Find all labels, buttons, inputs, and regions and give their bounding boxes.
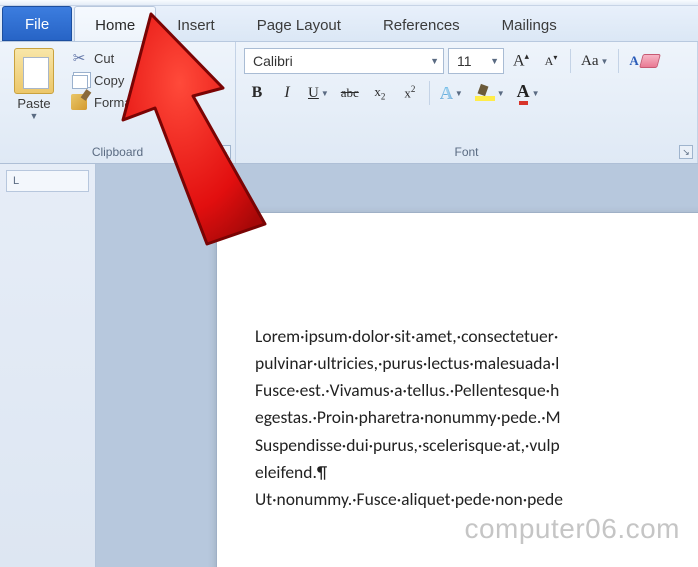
separator [618,49,619,73]
scissors-icon: ✂ [70,50,88,66]
superscript-button[interactable]: x2 [397,80,423,106]
font-name-combo[interactable]: Calibri ▼ [244,48,444,74]
copy-label: Copy [94,73,124,88]
tab-references[interactable]: References [362,6,481,41]
nav-stub[interactable]: L [6,170,89,192]
cut-button[interactable]: ✂ Cut [66,48,184,68]
italic-button[interactable]: I [274,80,300,106]
cut-label: Cut [94,51,114,66]
bold-button[interactable]: B [244,80,270,106]
navigation-pane: L [0,164,96,567]
font-dialog-launcher[interactable]: ↘ [679,145,693,159]
document-body[interactable]: Lorem·ipsum·dolor·sit·amet,·consectetuer… [255,323,698,513]
clear-formatting-button[interactable]: A [625,48,662,74]
paste-icon [14,48,54,94]
shrink-font-button[interactable]: A▾ [538,48,564,74]
format-painter-button[interactable]: Format Painter [66,92,184,112]
ribbon: Paste ▼ ✂ Cut Copy Format Painter Clipbo… [0,42,698,164]
group-label-clipboard: Clipboard [8,142,227,163]
page[interactable]: Lorem·ipsum·dolor·sit·amet,·consectetuer… [216,212,698,567]
tab-page-layout[interactable]: Page Layout [236,6,362,41]
group-font: Calibri ▼ 11 ▼ A▴ A▾ Aa▼ A B I U▼ [236,42,698,163]
font-color-button[interactable]: A▼ [513,80,544,106]
eraser-icon [639,54,661,68]
underline-button[interactable]: U▼ [304,80,333,106]
font-size-combo[interactable]: 11 ▼ [448,48,504,74]
file-tab[interactable]: File [2,6,72,41]
tab-home[interactable]: Home [74,6,156,41]
copy-icon [70,72,88,88]
paste-button[interactable]: Paste ▼ [8,46,60,142]
separator [570,49,571,73]
group-clipboard: Paste ▼ ✂ Cut Copy Format Painter Clipbo… [0,42,236,163]
subscript-button[interactable]: x2 [367,80,393,106]
font-name-value: Calibri [253,53,293,69]
chevron-down-icon: ▼ [30,111,39,121]
tab-insert[interactable]: Insert [156,6,236,41]
tab-mailings[interactable]: Mailings [481,6,578,41]
separator [429,81,430,105]
ribbon-tabs: File Home Insert Page Layout References … [0,6,698,42]
copy-button[interactable]: Copy [66,70,184,90]
clipboard-dialog-launcher[interactable]: ↘ [217,145,231,159]
format-painter-label: Format Painter [94,95,180,110]
group-label-font: Font [244,142,689,163]
document-area[interactable]: Lorem·ipsum·dolor·sit·amet,·consectetuer… [96,164,698,567]
chevron-down-icon: ▼ [484,56,499,66]
workspace: L Lorem·ipsum·dolor·sit·amet,·consectetu… [0,164,698,567]
font-size-value: 11 [457,53,472,69]
change-case-button[interactable]: Aa▼ [577,48,612,74]
chevron-down-icon: ▼ [424,56,439,66]
brush-icon [70,94,88,110]
highlight-button[interactable]: ▼ [471,80,509,106]
strikethrough-button[interactable]: abc [337,80,363,106]
text-effects-button[interactable]: A▼ [436,80,467,106]
grow-font-button[interactable]: A▴ [508,48,534,74]
highlight-icon [475,85,495,101]
paste-label: Paste [17,96,50,111]
